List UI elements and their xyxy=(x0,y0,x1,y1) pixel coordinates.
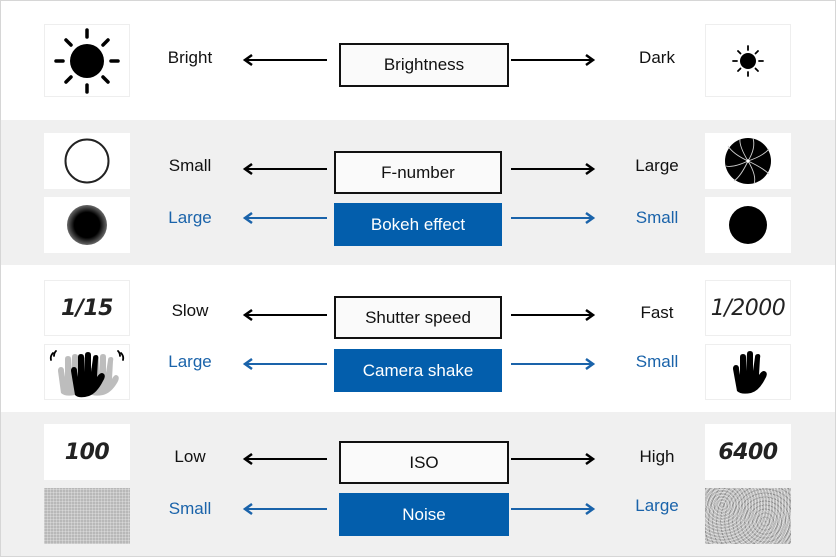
arrow-left-black xyxy=(242,308,327,322)
shake-right-label: Small xyxy=(635,352,679,371)
shutter-fast-text: 1/2000 xyxy=(710,295,786,321)
sharp-circle-icon xyxy=(705,197,791,253)
noise-box: Noise xyxy=(339,493,509,536)
bokeh-left-label: Large xyxy=(168,208,212,227)
iso-high-text: 6400 xyxy=(718,439,778,465)
iso-low-text: 100 xyxy=(64,439,110,465)
shutter-slow-value: 1/15 xyxy=(44,280,130,336)
iso-low-value: 100 xyxy=(44,424,130,480)
aperture-left-label: Small xyxy=(168,156,212,175)
aperture-right-label: Large xyxy=(635,156,679,175)
bokeh-effect-box: Bokeh effect xyxy=(334,203,502,246)
shutter-speed-parameter-box: Shutter speed xyxy=(334,296,502,339)
arrow-right-black xyxy=(511,53,596,67)
high-noise-texture-icon xyxy=(705,488,791,544)
shutter-right-label: Fast xyxy=(640,303,674,322)
arrow-left-blue xyxy=(242,502,327,516)
arrow-left-black xyxy=(242,452,327,466)
shaking-hand-icon xyxy=(44,344,130,400)
arrow-right-black xyxy=(511,162,596,176)
shake-left-label: Large xyxy=(168,352,212,371)
aperture-closed-icon xyxy=(705,133,791,189)
iso-parameter-box: ISO xyxy=(339,441,509,484)
brightness-left-label: Bright xyxy=(167,48,213,67)
arrow-right-blue xyxy=(511,502,596,516)
iso-right-label: High xyxy=(639,447,675,466)
arrow-left-blue xyxy=(242,357,327,371)
blurred-circle-icon xyxy=(44,197,130,253)
bokeh-right-label: Small xyxy=(635,208,679,227)
iso-left-label: Low xyxy=(174,447,206,466)
noise-right-label: Large xyxy=(635,496,679,515)
steady-hand-icon xyxy=(705,344,791,400)
brightness-right-label: Dark xyxy=(639,48,675,67)
arrow-right-blue xyxy=(511,211,596,225)
arrow-right-black xyxy=(511,308,596,322)
shutter-left-label: Slow xyxy=(171,301,209,320)
iso-high-value: 6400 xyxy=(705,424,791,480)
shutter-slow-text: 1/15 xyxy=(61,295,113,321)
f-number-parameter-box: F-number xyxy=(334,151,502,194)
brightness-parameter-box: Brightness xyxy=(339,43,509,87)
sun-small-icon xyxy=(705,24,791,97)
arrow-right-blue xyxy=(511,357,596,371)
aperture-open-icon xyxy=(44,133,130,189)
low-noise-texture-icon xyxy=(44,488,130,544)
sun-large-icon xyxy=(44,24,130,97)
arrow-left-black xyxy=(242,162,327,176)
arrow-right-black xyxy=(511,452,596,466)
arrow-left-blue xyxy=(242,211,327,225)
noise-left-label: Small xyxy=(168,499,212,518)
camera-shake-box: Camera shake xyxy=(334,349,502,392)
arrow-left-black xyxy=(242,53,327,67)
shutter-fast-value: 1/2000 xyxy=(705,280,791,336)
